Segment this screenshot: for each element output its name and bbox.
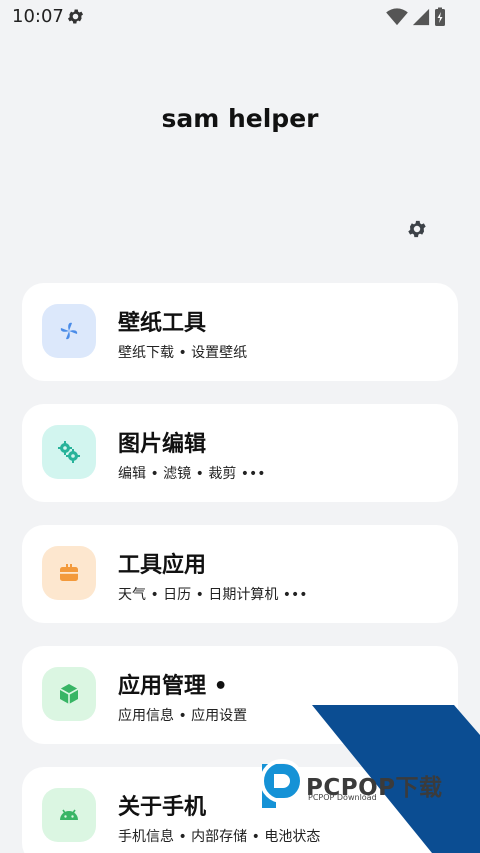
card-icon-box xyxy=(42,425,96,479)
card-subtitle: 编辑 • 滤镜 • 裁剪 ••• xyxy=(118,466,266,482)
card-wallpaper-tools[interactable]: 壁纸工具 壁纸下载 • 设置壁纸 xyxy=(22,283,458,381)
card-about-phone[interactable]: 关于手机 手机信息 • 内部存储 • 电池状态 xyxy=(22,767,458,853)
gear-icon xyxy=(408,220,426,238)
card-image-editing[interactable]: 图片编辑 编辑 • 滤镜 • 裁剪 ••• xyxy=(22,404,458,502)
card-title: 关于手机 xyxy=(118,795,207,820)
battery-charging-icon xyxy=(434,7,446,31)
status-bar: 10:07 xyxy=(0,0,480,34)
cube-icon xyxy=(59,684,79,704)
pinwheel-icon xyxy=(60,322,78,340)
settings-icon xyxy=(66,7,85,30)
card-icon-box xyxy=(42,546,96,600)
card-title: 工具应用 xyxy=(118,553,207,578)
card-title: 壁纸工具 xyxy=(118,311,207,336)
settings-button[interactable] xyxy=(404,216,430,242)
wifi-icon xyxy=(386,8,408,30)
card-subtitle: 应用信息 • 应用设置 xyxy=(118,708,248,724)
card-title: 应用管理 • xyxy=(118,674,228,699)
signal-icon xyxy=(412,8,430,30)
card-icon-box xyxy=(42,304,96,358)
card-subtitle: 手机信息 • 内部存储 • 电池状态 xyxy=(118,829,321,845)
toolbox-icon xyxy=(60,564,78,581)
card-title: 图片编辑 xyxy=(118,432,207,457)
card-app-management[interactable]: 应用管理 • 应用信息 • 应用设置 xyxy=(22,646,458,744)
app-title: sam helper xyxy=(161,104,319,133)
card-icon-box xyxy=(42,788,96,842)
gears-icon xyxy=(58,441,80,463)
card-subtitle: 壁纸下载 • 设置壁纸 xyxy=(118,345,248,361)
card-tool-apps[interactable]: 工具应用 天气 • 日历 • 日期计算机 ••• xyxy=(22,525,458,623)
status-time: 10:07 xyxy=(12,6,64,27)
android-icon xyxy=(60,809,78,820)
card-icon-box xyxy=(42,667,96,721)
card-subtitle: 天气 • 日历 • 日期计算机 ••• xyxy=(118,587,308,603)
